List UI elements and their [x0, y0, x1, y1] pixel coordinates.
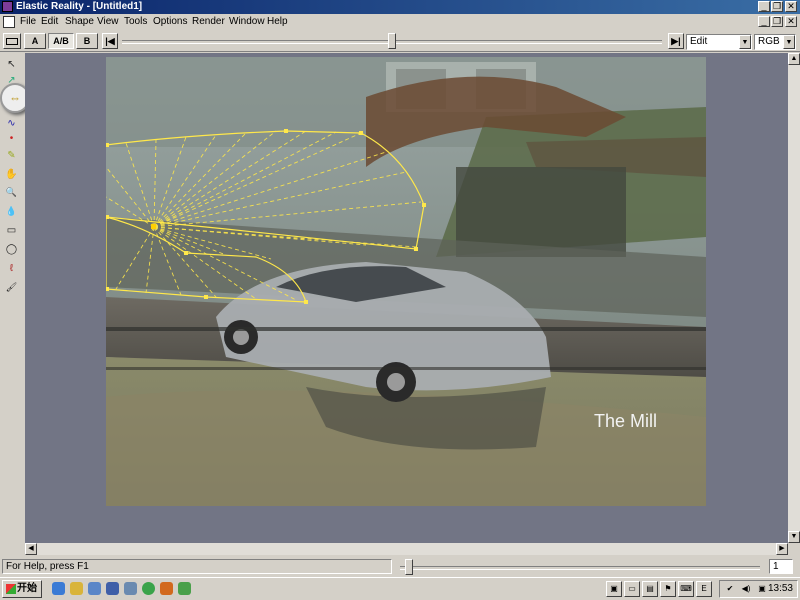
correspondence-icon: ⇔ [9, 91, 21, 105]
scroll-up-icon[interactable]: ▲ [788, 53, 800, 65]
menu-render[interactable]: Render [192, 16, 225, 27]
system-tray: ✔ ◀) ▣ 13:53 [719, 580, 798, 598]
color-mode-value: RGB [758, 36, 780, 47]
start-label: 开始 [17, 583, 37, 594]
watermark-text: The Mill [594, 411, 657, 431]
status-bar: For Help, press F1 1 [0, 558, 800, 576]
ie-icon[interactable] [52, 582, 65, 595]
pointer-icon[interactable]: ↖ [3, 56, 20, 73]
node-color-icon[interactable]: • [3, 130, 20, 147]
view-b-button[interactable]: B [76, 33, 98, 49]
doc-close-button[interactable]: ✕ [785, 16, 797, 27]
menu-help[interactable]: Help [267, 16, 288, 27]
scroll-left-icon[interactable]: ◀ [25, 543, 37, 555]
clock: 13:53 [767, 583, 793, 594]
timeline-toggle-button[interactable] [3, 33, 21, 49]
timeline-slider-thumb[interactable] [388, 33, 396, 49]
status-help-text: For Help, press F1 [2, 559, 392, 574]
app-launcher-icon[interactable] [178, 582, 191, 595]
task-drive-icon[interactable]: ▭ [624, 581, 640, 597]
lasso-icon[interactable]: ℓ [3, 260, 20, 277]
doc-restore-button[interactable]: ❐ [771, 16, 783, 27]
menu-tools[interactable]: Tools [124, 16, 147, 27]
view-a-button[interactable]: A [24, 33, 46, 49]
menu-options[interactable]: Options [153, 16, 187, 27]
app-icon[interactable] [2, 1, 13, 12]
media-icon[interactable] [124, 582, 137, 595]
player-icon[interactable] [142, 582, 155, 595]
title-bar: Elastic Reality - [Untitled1] _ ❐ ✕ [0, 0, 800, 14]
video-frame: The Mill [106, 57, 706, 506]
vertical-scrollbar[interactable]: ▲ ▼ [788, 53, 800, 543]
minimize-button[interactable]: _ [758, 1, 770, 12]
toolbar: A A/B B |◀ ▶| Edit ▼ RGB ▼ [0, 30, 800, 52]
volume-icon[interactable]: ◀) [738, 582, 754, 598]
timeline-icon [6, 38, 18, 45]
mode-select-value: Edit [690, 36, 708, 47]
chevron-down-icon[interactable]: ▼ [783, 35, 795, 49]
doc-minimize-button[interactable]: _ [758, 16, 770, 27]
task-e-icon[interactable]: E [696, 581, 712, 597]
magnify-icon[interactable]: 🔍 [3, 184, 20, 201]
chevron-down-icon[interactable]: ▼ [739, 35, 751, 49]
menu-file[interactable]: File [20, 16, 36, 27]
menu-window[interactable]: Window [229, 16, 265, 27]
windows-logo-icon [6, 584, 16, 594]
go-to-start-button[interactable]: |◀ [102, 33, 118, 49]
scroll-right-icon[interactable]: ▶ [776, 543, 788, 555]
restore-button[interactable]: ❐ [771, 1, 783, 12]
frame-number-field[interactable]: 1 [769, 559, 793, 574]
mode-select[interactable]: Edit ▼ [686, 34, 752, 50]
close-button[interactable]: ✕ [785, 1, 797, 12]
horizontal-scrollbar[interactable]: ◀ ▶ [25, 543, 788, 555]
toolbox: ↖ ↗ ⇄ ∿ • ✎ ✋ 🔍 💧 ▭ ◯ ℓ 🖌 [0, 53, 24, 543]
menu-shape[interactable]: Shape [65, 16, 94, 27]
menu-bar: File Edit Shape View Tools Options Rende… [0, 14, 800, 30]
scroll-down-icon[interactable]: ▼ [788, 531, 800, 543]
go-to-end-button[interactable]: ▶| [668, 33, 684, 49]
frame-slider-track[interactable] [400, 566, 760, 570]
task-keyboard-icon[interactable]: ⌨ [678, 581, 694, 597]
firefox-icon[interactable] [160, 582, 173, 595]
task-network-icon[interactable]: ⚑ [660, 581, 676, 597]
task-folder-icon[interactable]: ▤ [642, 581, 658, 597]
hand-icon[interactable]: ✋ [3, 166, 20, 183]
color-mode-select[interactable]: RGB ▼ [754, 34, 796, 50]
rectangle-icon[interactable]: ▭ [3, 222, 20, 239]
menu-edit[interactable]: Edit [41, 16, 58, 27]
ellipse-icon[interactable]: ◯ [3, 241, 20, 258]
brush-icon[interactable]: 🖌 [3, 279, 20, 296]
menu-view[interactable]: View [97, 16, 119, 27]
desktop-icon[interactable] [88, 582, 101, 595]
dropper-icon[interactable]: 💧 [3, 203, 20, 220]
document-icon[interactable] [3, 16, 15, 28]
start-button[interactable]: 开始 [2, 580, 42, 598]
explorer-icon[interactable] [70, 582, 83, 595]
pen-icon[interactable]: ✎ [3, 147, 20, 164]
view-ab-button[interactable]: A/B [48, 33, 74, 49]
outlook-icon[interactable] [106, 582, 119, 595]
tray-check-icon[interactable]: ✔ [722, 582, 738, 598]
window-title: Elastic Reality - [Untitled1] [16, 1, 143, 12]
task-window-icon[interactable]: ▣ [606, 581, 622, 597]
taskbar: 开始 ▣ ▭ ▤ ⚑ ⌨ E ✔ ◀) ▣ 13:53 [0, 577, 800, 600]
frame-slider-thumb[interactable] [405, 559, 413, 575]
image-canvas[interactable]: The Mill [106, 57, 706, 506]
